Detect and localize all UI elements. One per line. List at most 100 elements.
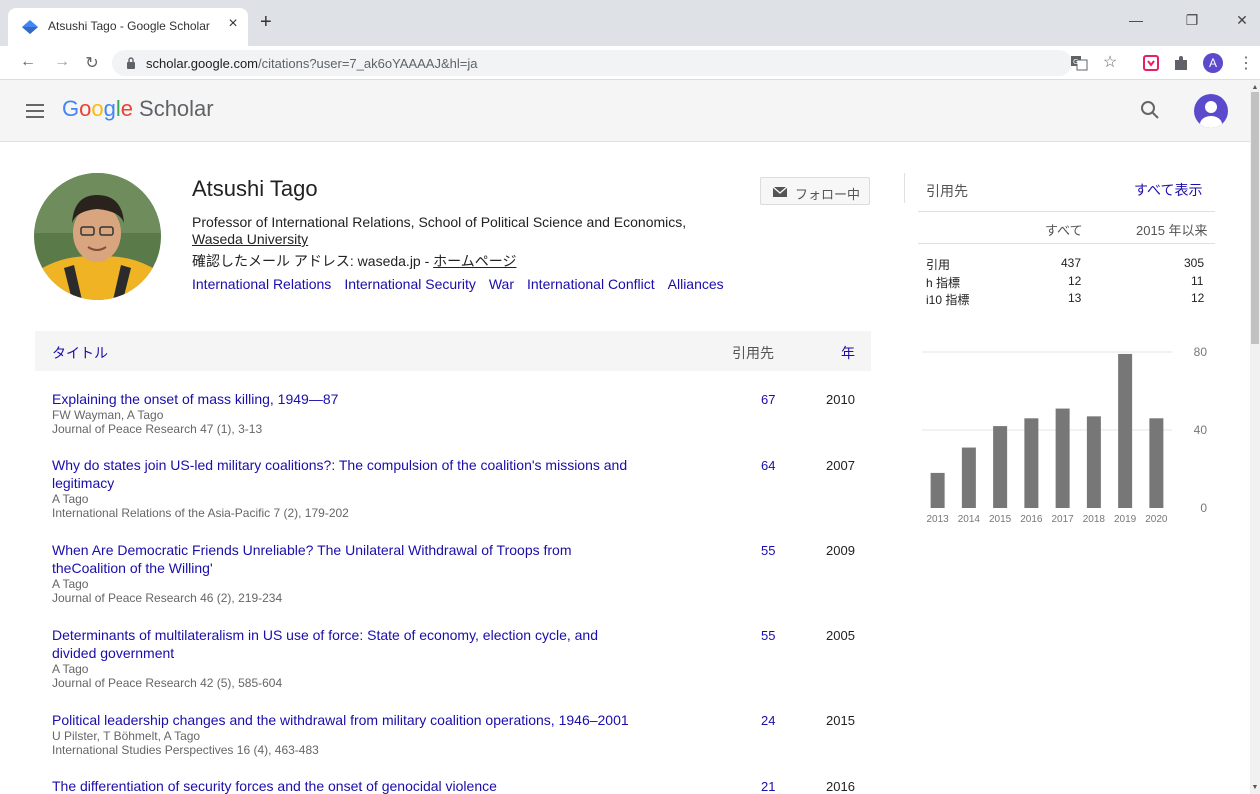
x-tick-label: 2014: [958, 514, 981, 525]
follow-button[interactable]: フォロー中: [760, 177, 870, 205]
citation-count-link[interactable]: 55: [761, 543, 775, 558]
article-year: 2005: [826, 628, 855, 643]
citation-bar[interactable]: [1118, 353, 1133, 508]
stats-value-since: 11: [1191, 274, 1204, 288]
articles-table-header: タイトル 引用先 年: [35, 331, 871, 371]
show-all-link[interactable]: すべて表示: [1134, 180, 1202, 200]
browser-tab-bar: Atsushi Tago - Google Scholar × + — ❐ ✕: [0, 0, 1260, 46]
sort-by-title[interactable]: タイトル: [52, 343, 108, 363]
forward-icon[interactable]: →: [52, 53, 72, 71]
address-bar: ← → ↻ scholar.google.com/citations?user=…: [0, 46, 1260, 80]
scroll-down-icon[interactable]: ▼: [1251, 784, 1259, 791]
article-venue: International Studies Perspectives 16 (4…: [52, 743, 319, 757]
article-year: 2015: [826, 713, 855, 728]
reload-icon[interactable]: ↻: [82, 53, 102, 73]
citation-count-link[interactable]: 55: [761, 628, 775, 643]
citation-count-link[interactable]: 67: [761, 392, 775, 407]
article-authors: A Tago: [52, 492, 89, 506]
url-text: scholar.google.com/citations?user=7_ak6o…: [146, 56, 478, 71]
article-year: 2010: [826, 392, 855, 407]
profile-name: Atsushi Tago: [192, 176, 318, 201]
article-title-link[interactable]: Determinants of multilateralism in US us…: [52, 626, 712, 662]
x-tick-label: 2013: [927, 514, 950, 525]
citation-count-link[interactable]: 64: [761, 458, 775, 473]
scholar-favicon-icon: [22, 20, 38, 34]
citation-count-link[interactable]: 21: [761, 779, 775, 794]
minimize-icon[interactable]: —: [1126, 12, 1146, 28]
article-authors: U Pilster, T Böhmelt, A Tago: [52, 729, 201, 743]
close-window-icon[interactable]: ✕: [1232, 12, 1252, 29]
stats-value-all: 12: [1068, 274, 1082, 288]
account-avatar[interactable]: [1194, 94, 1228, 128]
article-venue: Journal of Peace Research 46 (2), 219-23…: [52, 591, 283, 605]
article-year: 2009: [826, 543, 855, 558]
homepage-link[interactable]: ホームページ: [433, 253, 516, 269]
svg-text:G: G: [1073, 58, 1078, 66]
stats-row-label: 引用: [926, 258, 951, 272]
x-tick-label: 2015: [989, 514, 1012, 525]
scroll-up-icon[interactable]: ▲: [1251, 84, 1259, 91]
stats-row-label: h 指標: [926, 276, 961, 290]
extension-shield-icon[interactable]: [1142, 54, 1160, 72]
sort-by-year[interactable]: 年: [841, 343, 855, 363]
scrollbar-thumb[interactable]: [1251, 92, 1259, 344]
article-authors: A Tago: [52, 662, 89, 676]
x-tick-label: 2016: [1020, 514, 1043, 525]
stats-row-label: i10 指標: [926, 293, 970, 307]
interest-link[interactable]: International Conflict: [527, 276, 655, 292]
restore-icon[interactable]: ❐: [1182, 12, 1202, 29]
citation-bar[interactable]: [993, 426, 1008, 508]
article-title-link[interactable]: The differentiation of security forces a…: [52, 777, 712, 794]
article-title-link[interactable]: When Are Democratic Friends Unreliable? …: [52, 541, 712, 577]
back-icon[interactable]: ←: [18, 53, 38, 71]
interest-link[interactable]: International Relations: [192, 276, 331, 292]
citations-per-year-chart: 0 40 80 2013 2014 2015 2016 2017 2018 2019 2020: [922, 345, 1208, 525]
article-year: 2007: [826, 458, 855, 473]
interest-link[interactable]: Alliances: [668, 276, 724, 292]
article-authors: FW Wayman, A Tago: [52, 408, 164, 422]
x-tick-label: 2017: [1052, 514, 1075, 525]
citation-bar[interactable]: [1055, 408, 1070, 508]
stats-value-all: 437: [1061, 256, 1082, 270]
citation-bar[interactable]: [961, 447, 976, 508]
hamburger-menu-icon[interactable]: [26, 104, 44, 118]
close-tab-icon[interactable]: ×: [224, 15, 242, 33]
affiliation-text: Professor of International Relations, Sc…: [192, 214, 687, 230]
y-tick-label: 80: [1194, 345, 1208, 359]
article-title-link[interactable]: Political leadership changes and the wit…: [52, 711, 712, 729]
browser-menu-icon[interactable]: ⋮: [1236, 53, 1256, 73]
y-tick-label: 40: [1194, 423, 1208, 437]
google-scholar-logo[interactable]: Google Scholar: [62, 96, 214, 122]
citation-bar[interactable]: [930, 472, 945, 508]
institution-link[interactable]: Waseda University: [192, 231, 308, 247]
citation-count-link[interactable]: 24: [761, 713, 775, 728]
verified-email: 確認したメール アドレス: waseda.jp - ホームページ: [192, 251, 516, 271]
x-tick-label: 2019: [1114, 514, 1137, 525]
browser-tab[interactable]: Atsushi Tago - Google Scholar ×: [8, 8, 248, 46]
email-text: 確認したメール アドレス: waseda.jp -: [192, 253, 434, 269]
interest-link[interactable]: War: [489, 276, 514, 292]
article-title-link[interactable]: Explaining the onset of mass killing, 19…: [52, 390, 712, 408]
translate-icon[interactable]: G: [1070, 54, 1088, 72]
article-venue: International Relations of the Asia-Paci…: [52, 506, 349, 520]
lock-icon: [127, 57, 135, 69]
stats-col-since: 2015 年以来: [1136, 223, 1208, 238]
bookmark-star-icon[interactable]: ☆: [1100, 52, 1120, 72]
new-tab-icon[interactable]: +: [260, 12, 272, 32]
extensions-puzzle-icon[interactable]: [1172, 54, 1190, 72]
stats-title: 引用先: [926, 183, 968, 199]
search-icon[interactable]: [1140, 100, 1160, 120]
interest-link[interactable]: International Security: [344, 276, 476, 292]
article-venue: Journal of Peace Research 47 (1), 3-13: [52, 422, 263, 436]
citation-bar[interactable]: [1024, 418, 1039, 508]
sort-by-citations[interactable]: 引用先: [732, 343, 774, 363]
article-year: 2016: [826, 779, 855, 794]
citation-bar[interactable]: [1149, 418, 1164, 508]
person-icon: [1200, 101, 1222, 128]
browser-profile-avatar[interactable]: A: [1203, 53, 1223, 73]
url-omnibox[interactable]: scholar.google.com/citations?user=7_ak6o…: [112, 50, 1072, 76]
citation-bar[interactable]: [1086, 416, 1101, 508]
article-title-link[interactable]: Why do states join US-led military coali…: [52, 456, 712, 492]
profile-affiliation: Professor of International Relations, Sc…: [192, 214, 752, 248]
stats-col-all: すべて: [1045, 223, 1083, 238]
